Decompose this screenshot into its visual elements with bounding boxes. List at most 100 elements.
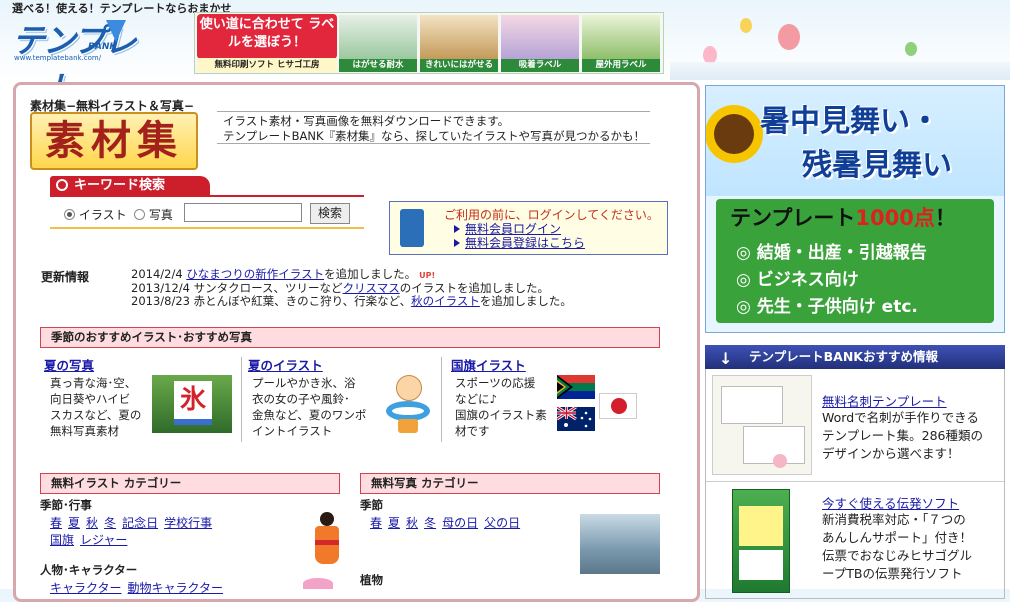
desc-line: 国旗のイラスト素 (455, 408, 547, 422)
recommend-link-meishi[interactable]: 無料名刺テンプレート (822, 391, 947, 410)
search-button[interactable]: 検索 (310, 203, 350, 224)
label-banner-ad[interactable]: 使い道に合わせて ラベルを選ぼう！ 無料印刷ソフト ヒサゴ工房 はがせる耐水 き… (194, 12, 664, 74)
news-item: 2014/2/4 ひなまつりの新作イラストを追加しました。 UP! (131, 268, 572, 282)
recommend-heading: ↓ テンプレートBANKおすすめ情報 (705, 345, 1005, 369)
news-text: 赤とんぼや紅葉、きのこ狩り、行楽など、 (193, 294, 412, 308)
keyword-search-tab: キーワード検索 (50, 176, 210, 195)
count-number: 1000点 (855, 206, 935, 230)
yukata-girl-illustration[interactable] (310, 512, 344, 566)
news-link[interactable]: クリスマス (343, 281, 400, 295)
kakigori-flag-photo[interactable]: 氷 (152, 375, 232, 433)
winter-trees-photo[interactable] (580, 514, 660, 574)
cat-link-flags[interactable]: 国旗 (50, 533, 74, 547)
cat-link-school-events[interactable]: 学校行事 (164, 516, 212, 530)
radio-illust[interactable]: イラスト (64, 206, 127, 223)
photo-link-autumn[interactable]: 秋 (406, 516, 418, 530)
cat-link-winter[interactable]: 冬 (104, 516, 116, 530)
ad-headline-2: 残暑見舞い (802, 148, 952, 183)
summer-photo-link[interactable]: 夏の写真 (44, 355, 94, 374)
news-text: を追加しました。 (479, 294, 572, 308)
photo-link-winter[interactable]: 冬 (424, 516, 436, 530)
desc-line: などに♪ (455, 392, 497, 406)
banner-tile-image (501, 15, 579, 59)
cat-link-animal-character[interactable]: 動物キャラクター (128, 581, 224, 595)
desc-line: 無料写真素材 (50, 424, 119, 438)
news-link[interactable]: 秋のイラスト (411, 294, 480, 308)
business-card-thumbnail[interactable] (712, 375, 812, 475)
photo-season-label: 季節 (360, 498, 383, 512)
cat-link-summer[interactable]: 夏 (68, 516, 80, 530)
illust-season-label: 季節･行事 (40, 498, 92, 512)
desc-line: 材です (455, 424, 490, 438)
flag-illust-link[interactable]: 国旗イラスト (451, 355, 526, 374)
logo-arrow-icon (106, 20, 126, 42)
logo-sub: BANK (88, 42, 117, 52)
search-icon (56, 179, 68, 191)
desc-line: Wordで名刺が手作りできる (822, 410, 979, 425)
intro-line: イラスト素材・写真画像を無料ダウンロードできます。 (223, 114, 510, 128)
photo-season-links: 春夏秋冬母の日 父の日 (370, 515, 526, 532)
radio-photo-button[interactable] (134, 209, 145, 220)
ad-template-count: テンプレート1000点！ (730, 202, 956, 232)
cat-link-leisure[interactable]: レジャー (80, 533, 127, 547)
photo-link-summer[interactable]: 夏 (388, 516, 400, 530)
cat-link-character[interactable]: キャラクター (50, 581, 122, 595)
recommend-link-denpyo[interactable]: 今すぐ使える伝発ソフト (822, 493, 959, 512)
ad-item: ◎ 先生・子供向け etc. (736, 297, 918, 317)
banner-tile-image (420, 15, 498, 59)
sozai-intro: イラスト素材・写真画像を無料ダウンロードできます。 テンプレートBANK『素材集… (217, 111, 650, 144)
search-input[interactable] (184, 203, 302, 222)
site-logo[interactable]: テンプレート BANK www.templatebank.com/ (12, 14, 140, 108)
column-divider (441, 357, 442, 442)
column-divider (241, 357, 242, 442)
desc-line: 向日葵やハイビ (50, 392, 131, 406)
news-text: サンタクロース、ツリーなど (193, 281, 343, 295)
desc-line: ープTBの伝票発行ソフト (822, 566, 963, 581)
member-icon (400, 209, 424, 247)
news-heading: 更新情報 (41, 270, 90, 284)
member-register-link[interactable]: 無料会員登録はこちら (465, 236, 585, 250)
recommend-desc: Wordで名刺が手作りできる テンプレート集。286種類の デザインから選べます… (822, 409, 983, 463)
cat-link-anniversary[interactable]: 記念日 (122, 516, 158, 530)
cat-link-spring[interactable]: 春 (50, 516, 62, 530)
australia-flag-icon[interactable] (556, 405, 595, 431)
desc-line: あんしんサポート」付き！ (822, 530, 973, 545)
seasonal-summer-photo: 夏の写真 真っ青な海･空、 向日葵やハイビ スカスなど、夏の 無料写真素材 氷 (44, 355, 239, 445)
sozai-title-logo[interactable]: 素材集 (30, 112, 198, 170)
denpyo-software-box[interactable] (732, 489, 790, 593)
balloon-decoration (905, 42, 917, 56)
desc-line: プールやかき氷、浴 (252, 376, 356, 390)
photo-category-heading: 無料写真 カテゴリー (360, 473, 660, 494)
ad-item: ◎ 結婚・出産・引越報告 (736, 243, 927, 263)
down-arrow-icon: ↓ (719, 349, 733, 368)
new-badge: UP! (419, 271, 436, 280)
city-skyline-decoration (670, 62, 1010, 80)
radio-photo-label: 写真 (148, 208, 173, 222)
shochu-mimai-ad-banner[interactable]: 暑中見舞い・ 残暑見舞い テンプレート1000点！ ◎ 結婚・出産・引越報告 ◎… (705, 85, 1005, 333)
photo-link-spring[interactable]: 春 (370, 516, 382, 530)
japan-flag-icon[interactable] (599, 393, 637, 419)
sunflower-icon (714, 114, 754, 154)
banner-tile-label: はがせる耐水 (339, 59, 417, 72)
banner-lead: 使い道に合わせて ラベルを選ぼう！ (197, 14, 337, 59)
seasonal-heading: 季節のおすすめイラスト･おすすめ写真 (40, 327, 660, 348)
banner-tile-image (582, 15, 660, 59)
character-illustration[interactable] (303, 578, 333, 589)
radio-illust-button[interactable] (64, 209, 75, 220)
logo-url: www.templatebank.com/ (14, 54, 102, 62)
summer-illust-link[interactable]: 夏のイラスト (248, 355, 323, 374)
desc-line: 真っ青な海･空、 (50, 376, 137, 390)
news-date: 2013/12/4 (131, 281, 190, 295)
swimming-boy-illustration[interactable] (386, 375, 432, 435)
news-link[interactable]: ひなまつりの新作イラスト (186, 267, 324, 281)
illust-people-label: 人物･キャラクター (40, 563, 138, 577)
radio-photo[interactable]: 写真 (134, 206, 173, 223)
photo-plant-label: 植物 (360, 573, 383, 587)
divider (706, 481, 1004, 482)
seasonal-flags: 国旗イラスト スポーツの応援 などに♪ 国旗のイラスト素 材です (451, 355, 651, 445)
flag-illust-desc: スポーツの応援 などに♪ 国旗のイラスト素 材です (455, 375, 547, 439)
cat-link-autumn[interactable]: 秋 (86, 516, 98, 530)
south-africa-flag-icon[interactable] (557, 375, 595, 399)
photo-link-fathers-day[interactable]: 父の日 (484, 516, 520, 530)
photo-link-mothers-day[interactable]: 母の日 (442, 516, 478, 530)
